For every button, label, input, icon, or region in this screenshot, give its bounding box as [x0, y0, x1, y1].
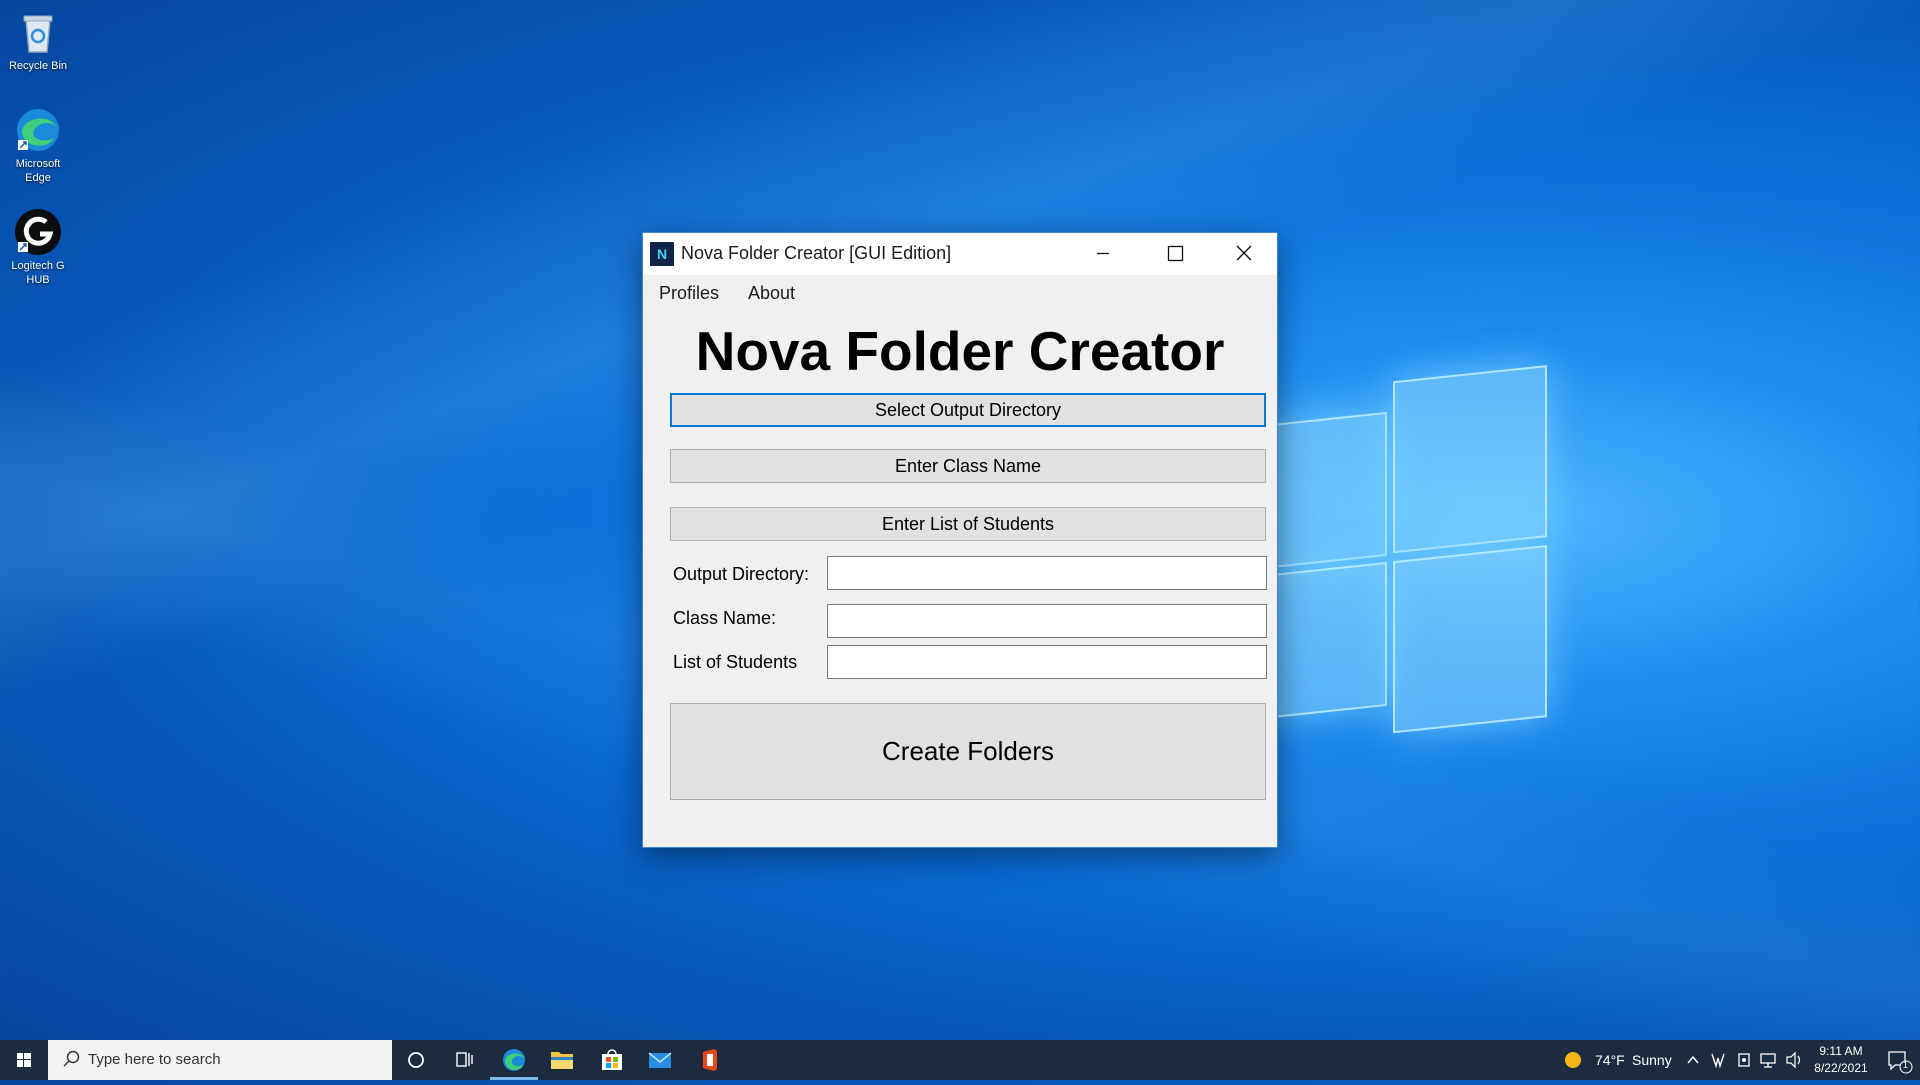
enter-list-of-students-button[interactable]: Enter List of Students [670, 507, 1266, 541]
close-button[interactable] [1209, 233, 1277, 275]
class-name-label: Class Name: [673, 608, 777, 628]
taskbar-search-box[interactable]: Type here to search [48, 1040, 392, 1080]
windows-start-icon [17, 1053, 31, 1067]
window-title: Nova Folder Creator [GUI Edition] [681, 243, 952, 263]
store-bag-icon [602, 1049, 622, 1070]
app-window: N Nova Folder Creator [GUI Edition] Prof… [642, 232, 1278, 848]
weather-temp: 74°F [1595, 1052, 1625, 1068]
taskbar-edge-button[interactable] [490, 1040, 538, 1080]
notification-icon [1888, 1051, 1913, 1074]
sun-icon [1565, 1052, 1581, 1068]
menu-about[interactable]: About [748, 283, 795, 304]
desktop-icon-label: Logitech G HUB [11, 260, 65, 286]
edge-icon [503, 1049, 525, 1071]
desktop-icon-label: Microsoft Edge [15, 158, 61, 184]
app-icon: N [650, 242, 674, 266]
tray-app-icon[interactable] [1706, 1040, 1730, 1080]
g-hub-tray-icon [1711, 1053, 1725, 1069]
output-directory-field[interactable] [827, 556, 1267, 590]
start-button[interactable] [0, 1040, 48, 1080]
action-center-button[interactable]: 1 [1876, 1040, 1920, 1080]
taskbar-mail-button[interactable] [636, 1040, 684, 1080]
edge-icon [14, 106, 62, 154]
select-output-directory-button[interactable]: Select Output Directory [670, 393, 1266, 427]
create-folders-button[interactable]: Create Folders [670, 703, 1266, 800]
search-icon [63, 1050, 80, 1067]
list-of-students-label: List of Students [673, 652, 798, 672]
logitech-g-icon [14, 208, 62, 256]
device-icon [1738, 1053, 1750, 1067]
task-view-icon [456, 1052, 473, 1067]
search-placeholder: Type here to search [88, 1051, 221, 1068]
enter-class-name-button[interactable]: Enter Class Name [670, 449, 1266, 483]
volume-button[interactable] [1782, 1040, 1806, 1080]
list-of-students-field[interactable] [827, 645, 1267, 679]
weather-condition: Sunny [1632, 1052, 1672, 1068]
show-hidden-icons-button[interactable] [1682, 1040, 1704, 1080]
desktop-icon-logitech-g-hub[interactable]: Logitech G HUB [2, 208, 74, 287]
page-title: Nova Folder Creator [695, 320, 1225, 382]
taskbar: Type here to search 74°F Sunny 9:11 AM 8… [0, 1040, 1920, 1080]
tray-device-icon[interactable] [1732, 1040, 1756, 1080]
clock-button[interactable]: 9:11 AM 8/22/2021 [1806, 1040, 1876, 1080]
network-button[interactable] [1756, 1040, 1782, 1080]
menu-bar: Profiles About [643, 275, 1277, 313]
taskbar-store-button[interactable] [588, 1040, 636, 1080]
minimize-button[interactable] [1067, 233, 1137, 275]
taskbar-office-button[interactable] [686, 1040, 734, 1080]
minimize-icon [1097, 252, 1109, 255]
output-directory-label: Output Directory: [673, 564, 810, 584]
taskbar-file-explorer-button[interactable] [538, 1040, 586, 1080]
maximize-icon [1167, 245, 1184, 262]
network-icon [1760, 1053, 1776, 1068]
desktop-icon-label: Recycle Bin [8, 60, 68, 72]
chevron-up-icon [1687, 1055, 1699, 1064]
cortana-button[interactable] [392, 1040, 440, 1080]
weather-button[interactable] [1560, 1040, 1586, 1080]
clock-date: 8/22/2021 [1814, 1061, 1868, 1075]
windows-logo-wallpaper [1265, 365, 1547, 754]
desktop-icon-microsoft-edge[interactable]: Microsoft Edge [2, 106, 74, 185]
clock-time: 9:11 AM [1819, 1044, 1863, 1058]
close-icon [1236, 245, 1252, 261]
folder-icon [551, 1052, 573, 1069]
desktop-icon-recycle-bin[interactable]: Recycle Bin [2, 8, 74, 73]
task-view-button[interactable] [440, 1040, 488, 1080]
class-name-field[interactable] [827, 604, 1267, 638]
speaker-icon [1786, 1051, 1801, 1069]
office-icon [703, 1049, 717, 1071]
mail-icon [648, 1052, 672, 1068]
menu-profiles[interactable]: Profiles [659, 283, 719, 304]
notification-count: 1 [1903, 1060, 1909, 1070]
recycle-bin-icon [14, 8, 62, 56]
cortana-circle-icon [408, 1052, 424, 1068]
maximize-button[interactable] [1139, 233, 1209, 275]
title-bar[interactable]: N Nova Folder Creator [GUI Edition] [643, 233, 1277, 275]
